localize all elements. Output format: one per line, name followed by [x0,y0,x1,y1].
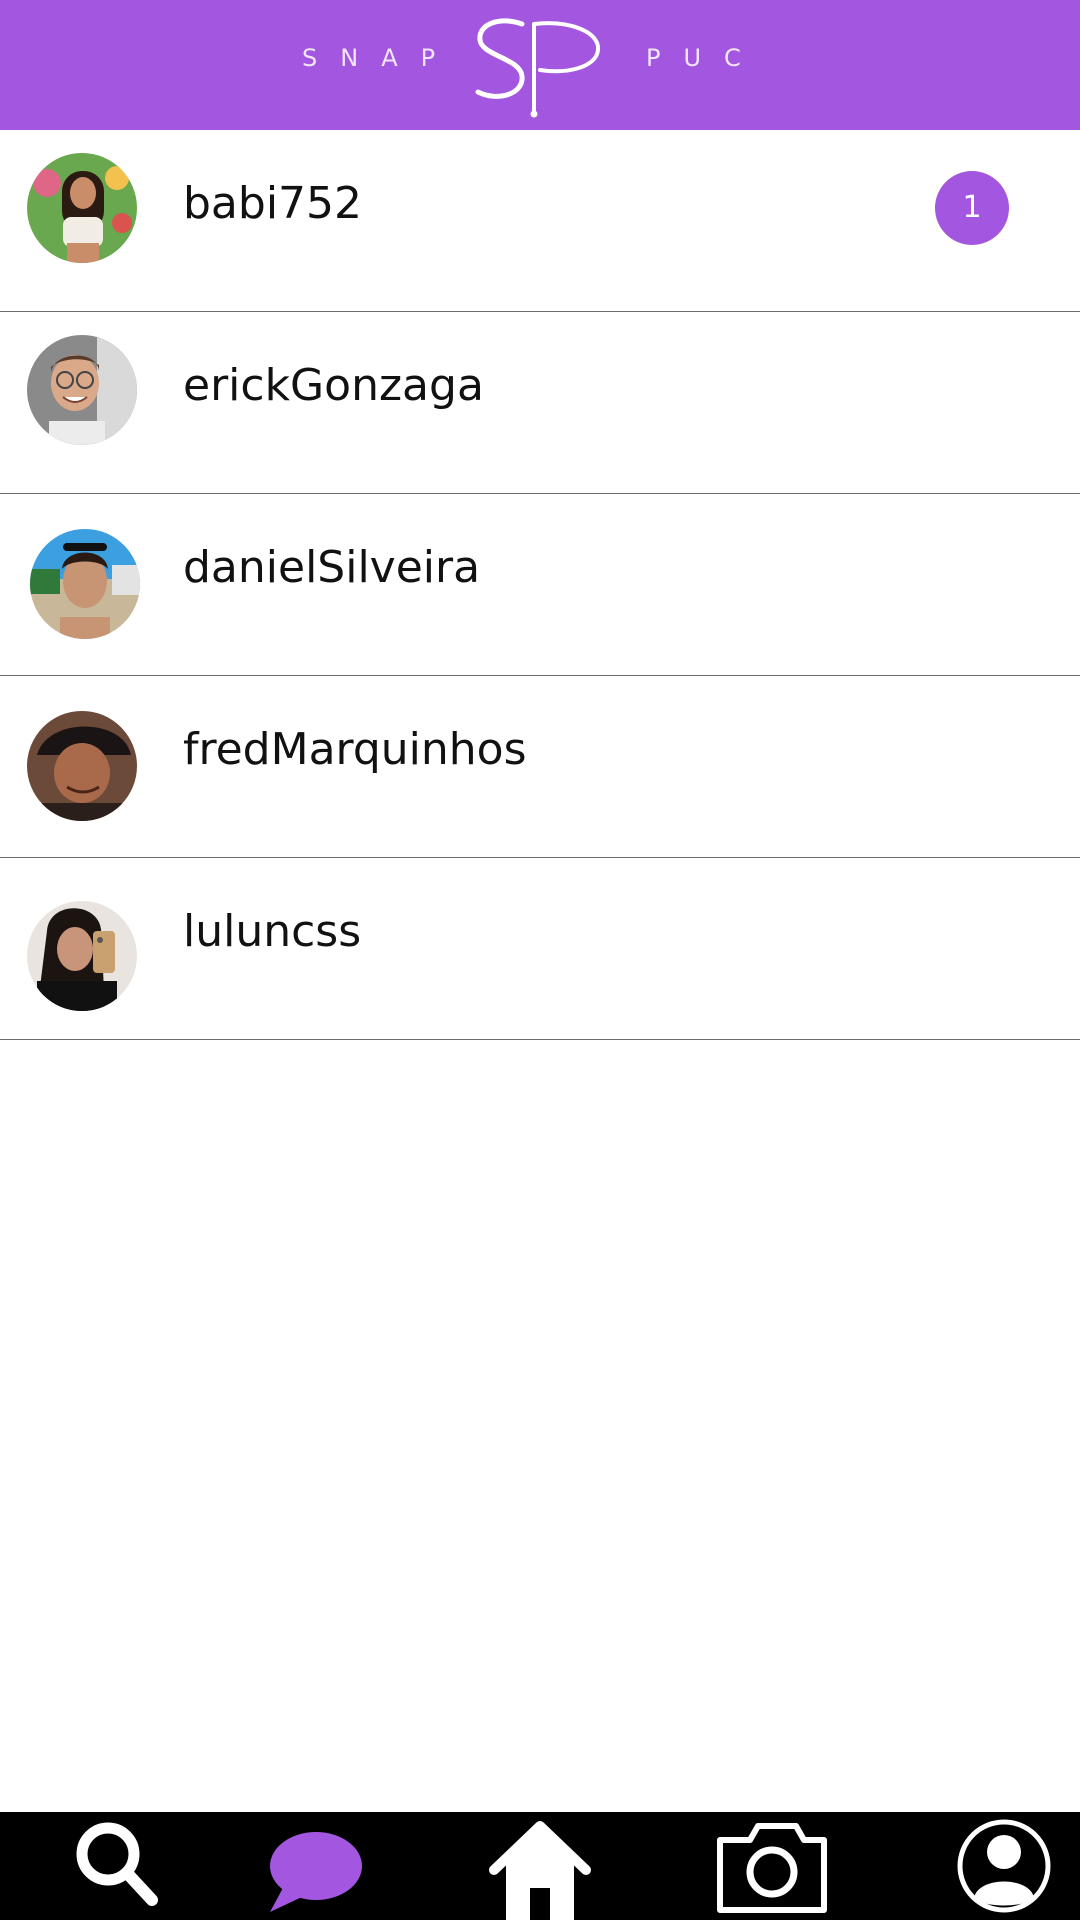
home-icon [489,1821,591,1920]
search-icon [76,1822,158,1906]
bottom-nav [0,1812,1080,1920]
avatar [30,529,140,639]
chat-bubble-icon [270,1832,362,1912]
brand-logo [475,18,601,118]
avatar [27,335,137,445]
chat-username: erickGonzaga [183,360,484,411]
chat-row-fredMarquinhos[interactable]: fredMarquinhos [0,676,1080,858]
chat-row-babi752[interactable]: babi752 1 [0,130,1080,312]
chat-username: babi752 [183,178,363,229]
chat-list: babi752 1 erickGonzaga danielSilveira fr… [0,130,1080,1040]
nav-camera-button[interactable] [712,1812,832,1920]
unread-badge: 1 [935,171,1009,245]
brand-word-left: SNAP [302,44,459,72]
nav-home-button[interactable] [486,1812,596,1920]
nav-profile-button[interactable] [954,1812,1054,1920]
chat-row-danielSilveira[interactable]: danielSilveira [0,494,1080,676]
avatar [27,901,137,1011]
brand-word-right: PUC [646,44,764,72]
profile-icon [957,1819,1051,1913]
chat-row-luluncss[interactable]: luluncss [0,858,1080,1040]
chat-row-erickGonzaga[interactable]: erickGonzaga [0,312,1080,494]
app-header: SNAP PUC [0,0,1080,130]
app-screen: SNAP PUC babi752 1 erickGonzaga danielSi… [0,0,1080,1920]
nav-search-button[interactable] [60,1812,170,1920]
avatar [27,153,137,263]
chat-username: danielSilveira [183,542,481,593]
nav-chat-button[interactable] [262,1812,372,1920]
camera-icon [717,1823,827,1913]
chat-username: luluncss [183,906,362,957]
avatar [27,711,137,821]
chat-username: fredMarquinhos [183,724,527,775]
